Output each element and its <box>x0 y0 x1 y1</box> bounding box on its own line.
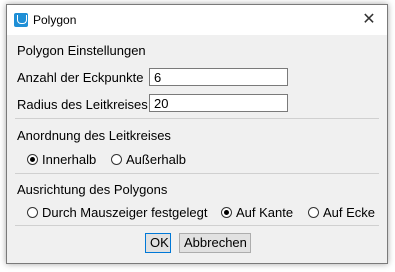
radius-input[interactable] <box>149 94 288 112</box>
app-icon <box>14 13 28 27</box>
radio-corner[interactable]: Auf Ecke <box>308 205 375 220</box>
radio-unchecked-icon <box>308 207 319 218</box>
radio-unchecked-icon <box>27 207 38 218</box>
radio-mouse[interactable]: Durch Mauszeiger festgelegt <box>27 205 207 220</box>
radio-corner-label: Auf Ecke <box>323 205 376 220</box>
radius-label: Radius des Leitkreises <box>17 97 148 112</box>
separator <box>15 118 379 119</box>
orientation-heading: Ausrichtung des Polygons <box>17 182 168 197</box>
vertices-label: Anzahl der Eckpunkte <box>17 70 144 85</box>
polygon-dialog: Polygon ✕ Polygon Einstellungen Anzahl d… <box>6 4 388 264</box>
radio-mouse-label: Durch Mauszeiger festgelegt <box>42 205 208 220</box>
settings-heading: Polygon Einstellungen <box>17 43 146 58</box>
window-title: Polygon <box>33 13 77 27</box>
radio-unchecked-icon <box>111 154 122 165</box>
radio-outside[interactable]: Außerhalb <box>111 152 186 167</box>
dialog-content: Polygon Einstellungen Anzahl der Eckpunk… <box>7 35 387 263</box>
radio-edge[interactable]: Auf Kante <box>221 205 293 220</box>
close-icon[interactable]: ✕ <box>359 10 379 30</box>
separator <box>15 173 379 174</box>
radio-checked-icon <box>27 154 38 165</box>
radio-inside-label: Innerhalb <box>42 152 97 167</box>
radio-edge-label: Auf Kante <box>236 205 294 220</box>
radio-outside-label: Außerhalb <box>126 152 186 167</box>
radio-checked-icon <box>221 207 232 218</box>
separator <box>15 225 379 226</box>
arrangement-heading: Anordnung des Leitkreises <box>17 128 171 143</box>
vertices-input[interactable] <box>149 68 288 86</box>
cancel-button[interactable]: Abbrechen <box>179 233 251 253</box>
ok-button[interactable]: OK <box>145 233 171 253</box>
radio-inside[interactable]: Innerhalb <box>27 152 96 167</box>
title-bar: Polygon ✕ <box>7 5 387 35</box>
